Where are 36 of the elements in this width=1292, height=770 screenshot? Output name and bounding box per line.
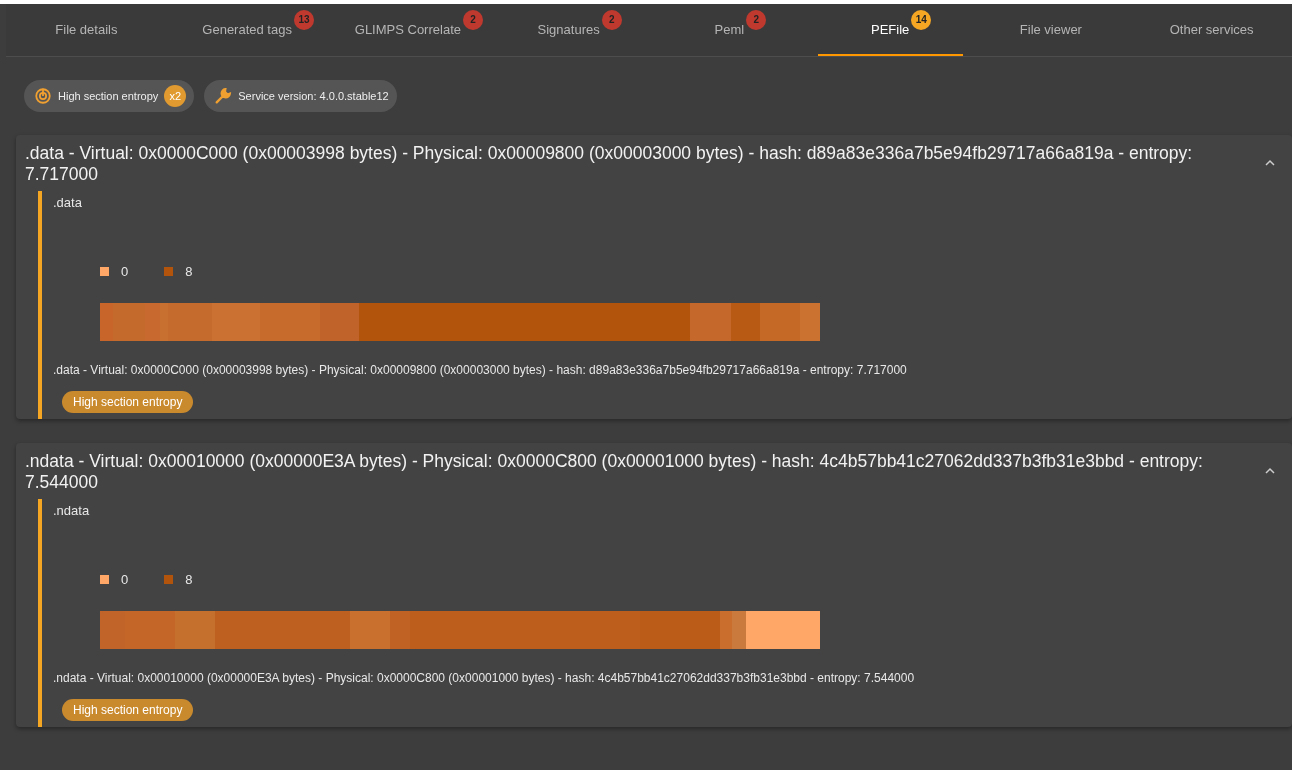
chip-label: Service version: 4.0.0.stable12	[238, 90, 389, 102]
tab[interactable]: Peml 2	[657, 4, 802, 56]
section-description: .ndata - Virtual: 0x00010000 (0x00000E3A bytes) - Physical: 0x0000C800 (0x00001000 bytes) - hash: 4c4b57bb41c27062dd337b3fb31e3bbd - entropy: 7.544000	[53, 671, 916, 685]
chip-label: High section entropy	[58, 90, 159, 102]
legend-swatch	[164, 575, 174, 584]
tab[interactable]: File viewer	[978, 4, 1124, 56]
radar-icon	[34, 87, 52, 105]
legend-label: 8	[185, 264, 193, 279]
count-badge: 14	[911, 9, 932, 30]
count-badge: 13	[293, 9, 314, 30]
heuristic-tag[interactable]: High section entropy	[62, 699, 194, 721]
tab[interactable]: PEFile 14	[817, 4, 963, 56]
legend-label: 0	[121, 572, 129, 587]
section-name: .data	[53, 195, 83, 210]
wrench-icon	[214, 87, 233, 105]
count-badge: 2	[746, 9, 767, 30]
legend-swatch	[100, 267, 109, 276]
tab[interactable]: Signatures 2	[496, 4, 641, 56]
filter-chip[interactable]: Service version: 4.0.0.stable12	[204, 80, 397, 112]
section-title[interactable]: .data - Virtual: 0x0000C000 (0x00003998 bytes) - Physical: 0x00009800 (0x00003000 bytes) - hash: d89a83e336a7b5e94fb29717a66a819a - entropy: 7.717000	[25, 143, 1246, 185]
count-badge: x2	[164, 85, 187, 107]
tab[interactable]: Other services	[1139, 4, 1284, 56]
legend-swatch	[164, 267, 174, 276]
section-description: .data - Virtual: 0x0000C000 (0x00003998 bytes) - Physical: 0x00009800 (0x00003000 bytes) - hash: d89a83e336a7b5e94fb29717a66a819a - entropy: 7.717000	[53, 363, 908, 377]
count-badge: 2	[462, 9, 483, 30]
heuristic-tag[interactable]: High section entropy	[62, 391, 194, 413]
filter-chip[interactable]: High section entropy x2	[24, 80, 195, 112]
tab[interactable]: Generated tags 13	[174, 4, 320, 56]
section-title[interactable]: .ndata - Virtual: 0x00010000 (0x00000E3A bytes) - Physical: 0x0000C800 (0x00001000 bytes) - hash: 4c4b57bb41c27062dd337b3fb31e3bbd - entropy: 7.544000	[25, 451, 1246, 493]
count-badge: 2	[601, 9, 622, 30]
section-name: .ndata	[53, 503, 91, 518]
legend-label: 8	[185, 572, 193, 587]
legend-label: 0	[121, 264, 129, 279]
legend-swatch	[100, 575, 109, 584]
tab[interactable]: GLIMPS Correlate 2	[335, 4, 481, 56]
tab[interactable]: File details	[14, 4, 159, 56]
